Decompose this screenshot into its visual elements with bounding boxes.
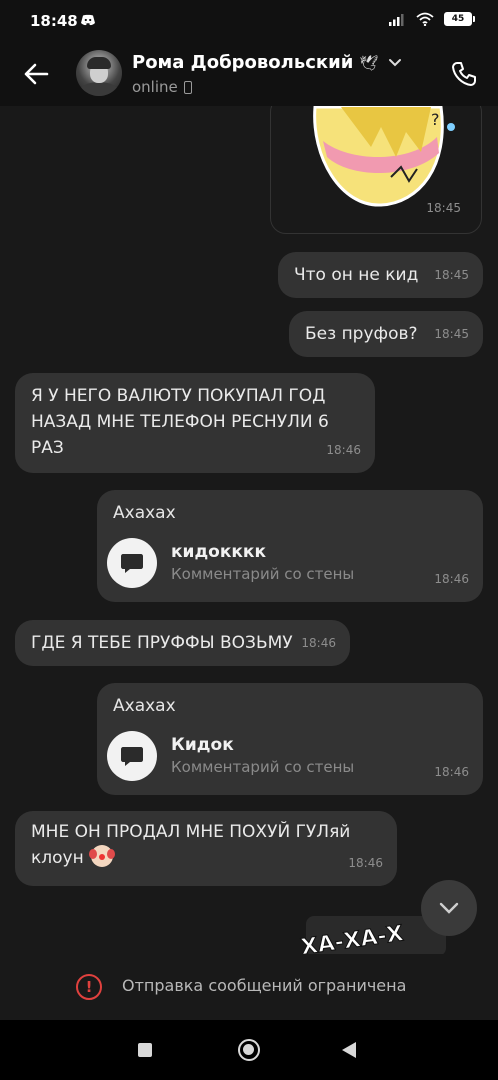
chevron-down-icon — [439, 902, 459, 914]
attachment-title: кидокккк — [171, 542, 267, 562]
wifi-icon — [416, 12, 434, 26]
system-nav-bar — [0, 1020, 498, 1080]
alert-icon: ! — [76, 974, 102, 1000]
message-text: Ахахах — [113, 503, 176, 523]
arrow-left-icon — [24, 63, 49, 85]
wall-comment-attachment[interactable]: кидокккк Комментарий со стены — [107, 538, 354, 588]
scroll-down-button[interactable] — [421, 880, 477, 936]
message-time: 18:46 — [434, 765, 469, 779]
wall-comment-attachment[interactable]: Кидок Комментарий со стены — [107, 731, 354, 781]
outgoing-message[interactable]: Что он не кид 18:45 — [278, 252, 483, 298]
restriction-text: Отправка сообщений ограничена — [122, 976, 407, 995]
home-button[interactable] — [238, 1039, 260, 1061]
attachment-title: Кидок — [171, 735, 234, 755]
clown-emoji-icon — [89, 845, 114, 867]
message-text: Ахахах — [113, 696, 176, 716]
mobile-device-icon — [183, 80, 192, 94]
outgoing-message[interactable]: Без пруфов? 18:45 — [289, 311, 483, 357]
recents-button[interactable] — [138, 1043, 152, 1057]
message-text: ГДЕ Я ТЕБЕ ПРУФФЫ ВОЗЬМУ — [31, 633, 293, 653]
message-time: 18:46 — [348, 856, 383, 870]
restriction-bar: ! Отправка сообщений ограничена — [0, 954, 498, 1020]
status-bar: 18:48 45 — [0, 0, 498, 42]
message-time: 18:45 — [434, 268, 469, 282]
message-text: МНЕ ОН ПРОДАЛ МНЕ ПОХУЙ ГУЛяй клоун — [31, 819, 381, 871]
battery-icon: 45 — [444, 12, 475, 26]
online-status: online — [132, 78, 192, 96]
chat-header: Рома Добровольский 🕊 online — [0, 42, 498, 106]
message-list[interactable]: ? 18:45 Что он не кид 18:45 Без пруфов? … — [0, 106, 498, 954]
message-text: Что он не кид — [294, 265, 419, 285]
contact-name-row[interactable]: Рома Добровольский 🕊 — [132, 52, 402, 73]
comment-icon — [107, 731, 157, 781]
egg-sticker: ? — [313, 106, 455, 207]
message-time: 18:45 — [434, 327, 469, 341]
call-button[interactable] — [446, 56, 482, 92]
message-time: 18:46 — [434, 572, 469, 586]
message-time: 18:46 — [301, 636, 336, 650]
message-text: Без пруфов? — [305, 324, 418, 344]
avatar[interactable] — [76, 50, 122, 96]
sticker-message[interactable]: ? 18:45 — [270, 106, 482, 234]
comment-icon — [107, 538, 157, 588]
attachment-subtitle: Комментарий со стены — [171, 758, 355, 776]
outgoing-attachment-message[interactable]: Ахахах Кидок Комментарий со стены 18:46 — [97, 683, 483, 795]
dove-icon: 🕊 — [359, 53, 379, 72]
back-button[interactable] — [18, 56, 54, 92]
online-text: online — [132, 78, 178, 96]
phone-icon — [452, 62, 476, 86]
battery-level: 45 — [451, 14, 465, 24]
message-text: Я У НЕГО ВАЛЮТУ ПОКУПАЛ ГОД НАЗАД МНЕ ТЕ… — [31, 386, 329, 458]
message-text-content: МНЕ ОН ПРОДАЛ МНЕ ПОХУЙ ГУЛяй клоун — [31, 822, 351, 868]
incoming-message[interactable]: Я У НЕГО ВАЛЮТУ ПОКУПАЛ ГОД НАЗАД МНЕ ТЕ… — [15, 373, 375, 473]
chevron-down-icon — [389, 58, 402, 66]
contact-name: Рома Добровольский — [132, 52, 354, 73]
message-time: 18:46 — [326, 443, 361, 457]
svg-text:?: ? — [431, 110, 440, 129]
incoming-message[interactable]: ГДЕ Я ТЕБЕ ПРУФФЫ ВОЗЬМУ 18:46 — [15, 620, 350, 666]
system-back-button[interactable] — [342, 1042, 356, 1058]
discord-icon — [81, 14, 95, 26]
signal-icon — [389, 14, 404, 26]
attachment-subtitle: Комментарий со стены — [171, 565, 355, 583]
status-indicators: 45 — [388, 12, 475, 26]
status-time: 18:48 — [30, 12, 78, 30]
incoming-message[interactable]: МНЕ ОН ПРОДАЛ МНЕ ПОХУЙ ГУЛяй клоун 18:4… — [15, 811, 397, 886]
message-time: 18:45 — [426, 201, 461, 215]
outgoing-attachment-message[interactable]: Ахахах кидокккк Комментарий со стены 18:… — [97, 490, 483, 602]
